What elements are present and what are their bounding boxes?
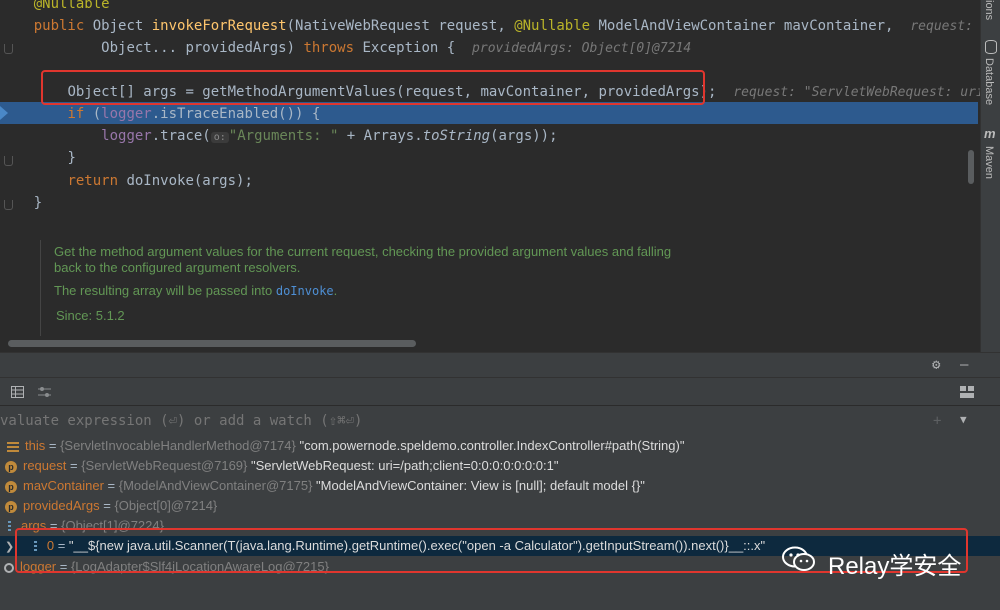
editor-horizontal-scrollbar[interactable] xyxy=(8,340,416,347)
array-icon xyxy=(8,520,11,533)
evaluate-expression-input[interactable] xyxy=(0,411,900,431)
layout-icon[interactable] xyxy=(960,386,974,398)
watermark-text: Relay学安全 xyxy=(828,553,962,580)
add-watch-icon[interactable]: + xyxy=(933,412,941,430)
variables-tree[interactable]: this = {ServletInvocableHandlerMethod@71… xyxy=(0,436,1000,610)
evaluate-expression-bar: + ▼ xyxy=(0,405,1000,437)
debug-toolbar xyxy=(0,377,1000,406)
code-line-if: if (logger.isTraceEnabled()) { xyxy=(67,106,321,122)
minimize-icon[interactable]: — xyxy=(960,356,968,374)
parameter-icon: p xyxy=(5,500,17,513)
database-icon xyxy=(985,40,997,54)
chevron-down-icon[interactable]: ▼ xyxy=(960,411,967,429)
parameter-hint: o: xyxy=(210,132,229,143)
table-view-icon[interactable] xyxy=(11,386,24,398)
variable-row-request[interactable]: p request = {ServletWebRequest@7169} "Ser… xyxy=(0,456,1000,476)
inline-value-hint: providedArgs: Object[0]@7214 xyxy=(472,41,692,56)
code-line-signature-cont: Object... providedArgs) throws Exception… xyxy=(101,40,692,56)
inline-value-hint: request: "Ser xyxy=(910,19,973,34)
highlight-box-args-line xyxy=(41,70,705,105)
code-line-close-method: } xyxy=(33,195,43,211)
variable-row-providedargs[interactable]: p providedArgs = {Object[0]@7214} xyxy=(0,496,1000,516)
variable-row-mavcontainer[interactable]: p mavContainer = {ModelAndViewContainer@7… xyxy=(0,476,1000,496)
code-line-close-if: } xyxy=(67,150,76,166)
code-line-trace: logger.trace(o: "Arguments: " + Arrays.to… xyxy=(101,128,558,144)
parameter-icon: p xyxy=(5,480,17,493)
doc-link-doinvoke[interactable]: doInvoke xyxy=(276,284,334,298)
maven-icon: m xyxy=(984,126,996,141)
wechat-icon xyxy=(782,546,815,571)
parameter-icon: p xyxy=(5,460,17,473)
tool-window-maven[interactable]: Maven xyxy=(983,146,995,179)
this-field-icon xyxy=(7,441,19,452)
expand-arrow-icon[interactable]: ❯ xyxy=(5,541,14,553)
right-tool-window-strip: ions Database m Maven xyxy=(980,0,1000,352)
code-line-signature: public Object invokeForRequest(NativeWeb… xyxy=(0,15,980,37)
javadoc-panel: Get the method argument values for the c… xyxy=(40,240,979,336)
debug-header-bar: ⚙ — xyxy=(0,352,1000,378)
editor-vertical-scrollbar[interactable] xyxy=(968,150,974,184)
code-line-return: return doInvoke(args); xyxy=(67,173,253,189)
code-line-annotation: @Nullable xyxy=(33,0,110,12)
variable-row-this[interactable]: this = {ServletInvocableHandlerMethod@71… xyxy=(0,436,1000,456)
code-editor[interactable]: @Nullable public Object invokeForRequest… xyxy=(0,0,980,337)
tool-window-notifications[interactable]: ions xyxy=(983,0,995,20)
inline-value-hint: request: "ServletWebRequest: uri=/ xyxy=(733,85,980,100)
tool-window-database[interactable]: Database xyxy=(983,58,995,105)
gear-icon[interactable]: ⚙ xyxy=(932,356,940,374)
watermark: Relay学安全 xyxy=(778,540,974,580)
watch-glasses-icon xyxy=(4,562,14,573)
doc-since: Since: 5.1.2 xyxy=(56,308,125,323)
settings-sliders-icon[interactable] xyxy=(38,386,51,398)
doc-result-note: The resulting array will be passed into … xyxy=(54,283,338,298)
doc-description: Get the method argument values for the c… xyxy=(54,244,672,275)
